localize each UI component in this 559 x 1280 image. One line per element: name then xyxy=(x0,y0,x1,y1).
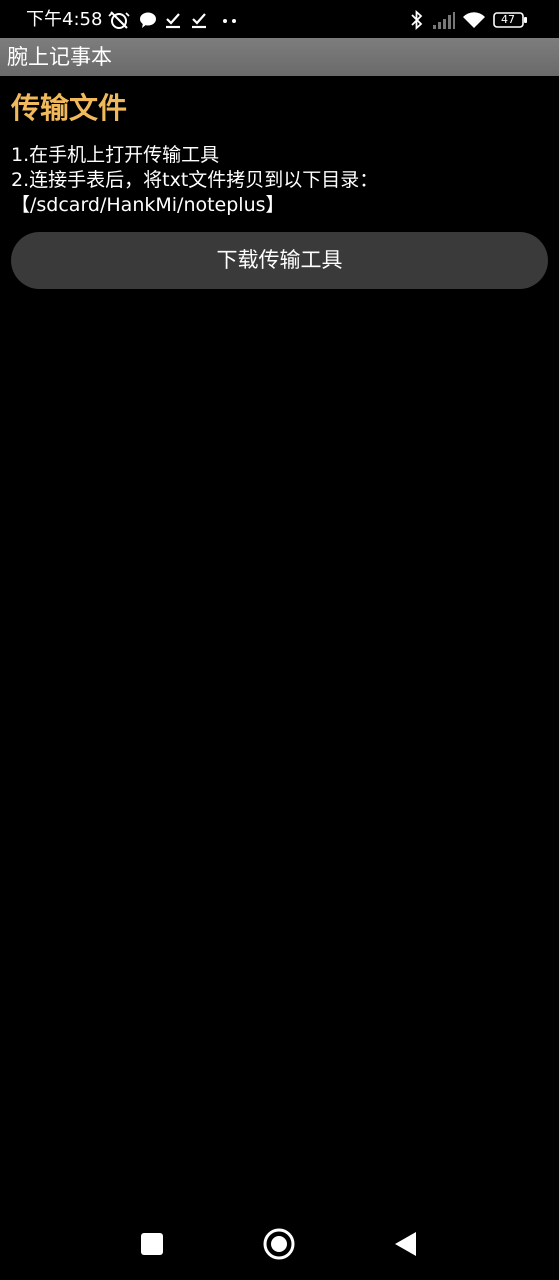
instructions: 1.在手机上打开传输工具 2.连接手表后，将txt文件拷贝到以下目录： 【/sd… xyxy=(11,143,551,218)
app-bar: 腕上记事本 xyxy=(0,38,559,76)
status-time: 下午4:58 xyxy=(26,9,103,30)
status-bar: 下午4:58 47 xyxy=(0,0,559,40)
task-check-icon xyxy=(192,13,206,29)
app-title: 腕上记事本 xyxy=(7,45,112,69)
bluetooth-icon xyxy=(411,10,423,30)
chat-bubble-icon xyxy=(140,12,156,28)
directory-path: 【/sdcard/HankMi/noteplus】 xyxy=(11,194,285,216)
task-check-icon xyxy=(166,13,180,29)
home-circle-icon[interactable] xyxy=(259,1224,299,1264)
wifi-icon xyxy=(463,12,485,28)
instruction-line: 2.连接手表后，将txt文件拷贝到以下目录： xyxy=(11,169,379,191)
recents-square-icon[interactable] xyxy=(132,1224,172,1264)
battery-level: 47 xyxy=(501,13,515,26)
instruction-line: 1.在手机上打开传输工具 xyxy=(11,144,220,166)
nav-bar xyxy=(0,1206,559,1280)
more-dots-icon xyxy=(223,19,236,23)
download-tool-button[interactable]: 下载传输工具 xyxy=(11,232,548,289)
battery-icon: 47 xyxy=(493,12,529,28)
alarm-off-icon xyxy=(108,11,130,29)
page-title: 传输文件 xyxy=(11,91,128,125)
cellular-signal-icon xyxy=(433,12,455,29)
back-triangle-icon[interactable] xyxy=(386,1224,426,1264)
